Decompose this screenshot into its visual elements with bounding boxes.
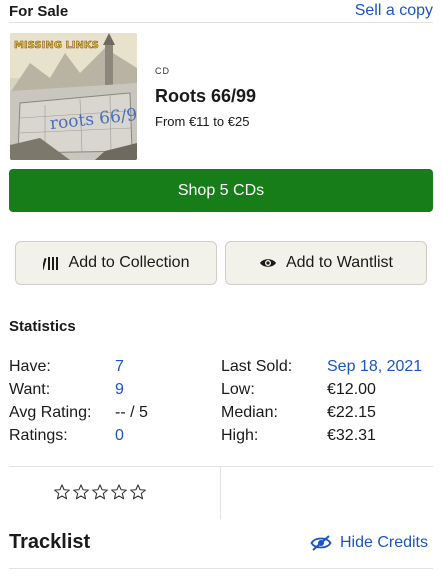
album-title[interactable]: Roots 66/99 bbox=[155, 86, 256, 107]
price-range: From €11 to €25 bbox=[155, 114, 250, 129]
hide-credits-label: Hide Credits bbox=[339, 534, 428, 551]
album-cover[interactable]: MISSING LINKS roots 66/99 bbox=[10, 33, 137, 160]
statistics-title: Statistics bbox=[9, 318, 76, 335]
star-outline-icon[interactable] bbox=[72, 483, 90, 501]
stat-avg-rating: Avg Rating: -- / 5 bbox=[9, 404, 209, 424]
stat-ratings: Ratings: 0 bbox=[9, 427, 209, 447]
tracklist-title: Tracklist bbox=[9, 531, 91, 553]
add-to-wantlist-button[interactable]: Add to Wantlist bbox=[225, 241, 427, 285]
add-to-collection-button[interactable]: Add to Collection bbox=[15, 241, 217, 285]
star-outline-icon[interactable] bbox=[110, 483, 128, 501]
sell-a-copy-link[interactable]: Sell a copy bbox=[355, 2, 433, 20]
stat-label: Want: bbox=[9, 381, 51, 398]
add-to-collection-label: Add to Collection bbox=[68, 254, 190, 271]
stat-median-value: €22.15 bbox=[327, 404, 376, 421]
format-label: CD bbox=[155, 66, 170, 76]
stat-median: Median: €22.15 bbox=[221, 404, 433, 424]
stat-label: Last Sold: bbox=[221, 358, 293, 375]
stat-have-value[interactable]: 7 bbox=[115, 358, 124, 376]
stat-avg-rating-value: -- / 5 bbox=[115, 404, 148, 421]
stat-label: Ratings: bbox=[9, 427, 68, 444]
star-outline-icon[interactable] bbox=[91, 483, 109, 501]
stat-high-value: €32.31 bbox=[327, 427, 376, 444]
stat-label: High: bbox=[221, 427, 259, 444]
divider-vertical bbox=[220, 467, 221, 519]
divider bbox=[9, 466, 433, 467]
cover-band-text: MISSING LINKS bbox=[14, 40, 99, 51]
stat-last-sold-value[interactable]: Sep 18, 2021 bbox=[327, 358, 422, 376]
stat-low-value: €12.00 bbox=[327, 381, 376, 398]
stat-low: Low: €12.00 bbox=[221, 381, 433, 401]
hide-credits-button[interactable]: Hide Credits bbox=[310, 534, 428, 552]
stat-want: Want: 9 bbox=[9, 381, 209, 401]
star-outline-icon[interactable] bbox=[129, 483, 147, 501]
stat-high: High: €32.31 bbox=[221, 427, 433, 447]
divider bbox=[9, 568, 433, 569]
collection-bars-icon bbox=[42, 255, 60, 271]
user-rating-stars[interactable] bbox=[53, 483, 147, 501]
stat-label: Avg Rating: bbox=[9, 404, 92, 421]
listing-info: CD Roots 66/99 From €11 to €25 bbox=[155, 66, 256, 129]
stat-label: Have: bbox=[9, 358, 51, 375]
stat-want-value[interactable]: 9 bbox=[115, 381, 124, 399]
stat-ratings-value[interactable]: 0 bbox=[115, 427, 124, 445]
eye-icon bbox=[259, 257, 277, 269]
star-outline-icon[interactable] bbox=[53, 483, 71, 501]
stat-last-sold: Last Sold: Sep 18, 2021 bbox=[221, 358, 433, 378]
shop-cds-button[interactable]: Shop 5 CDs bbox=[9, 169, 433, 212]
for-sale-title: For Sale bbox=[9, 2, 69, 20]
stat-label: Low: bbox=[221, 381, 255, 398]
stat-label: Median: bbox=[221, 404, 278, 421]
eye-slash-icon bbox=[310, 535, 332, 551]
divider bbox=[9, 22, 433, 23]
stat-have: Have: 7 bbox=[9, 358, 209, 378]
for-sale-header: For Sale Sell a copy bbox=[9, 0, 433, 22]
add-to-wantlist-label: Add to Wantlist bbox=[285, 254, 393, 271]
